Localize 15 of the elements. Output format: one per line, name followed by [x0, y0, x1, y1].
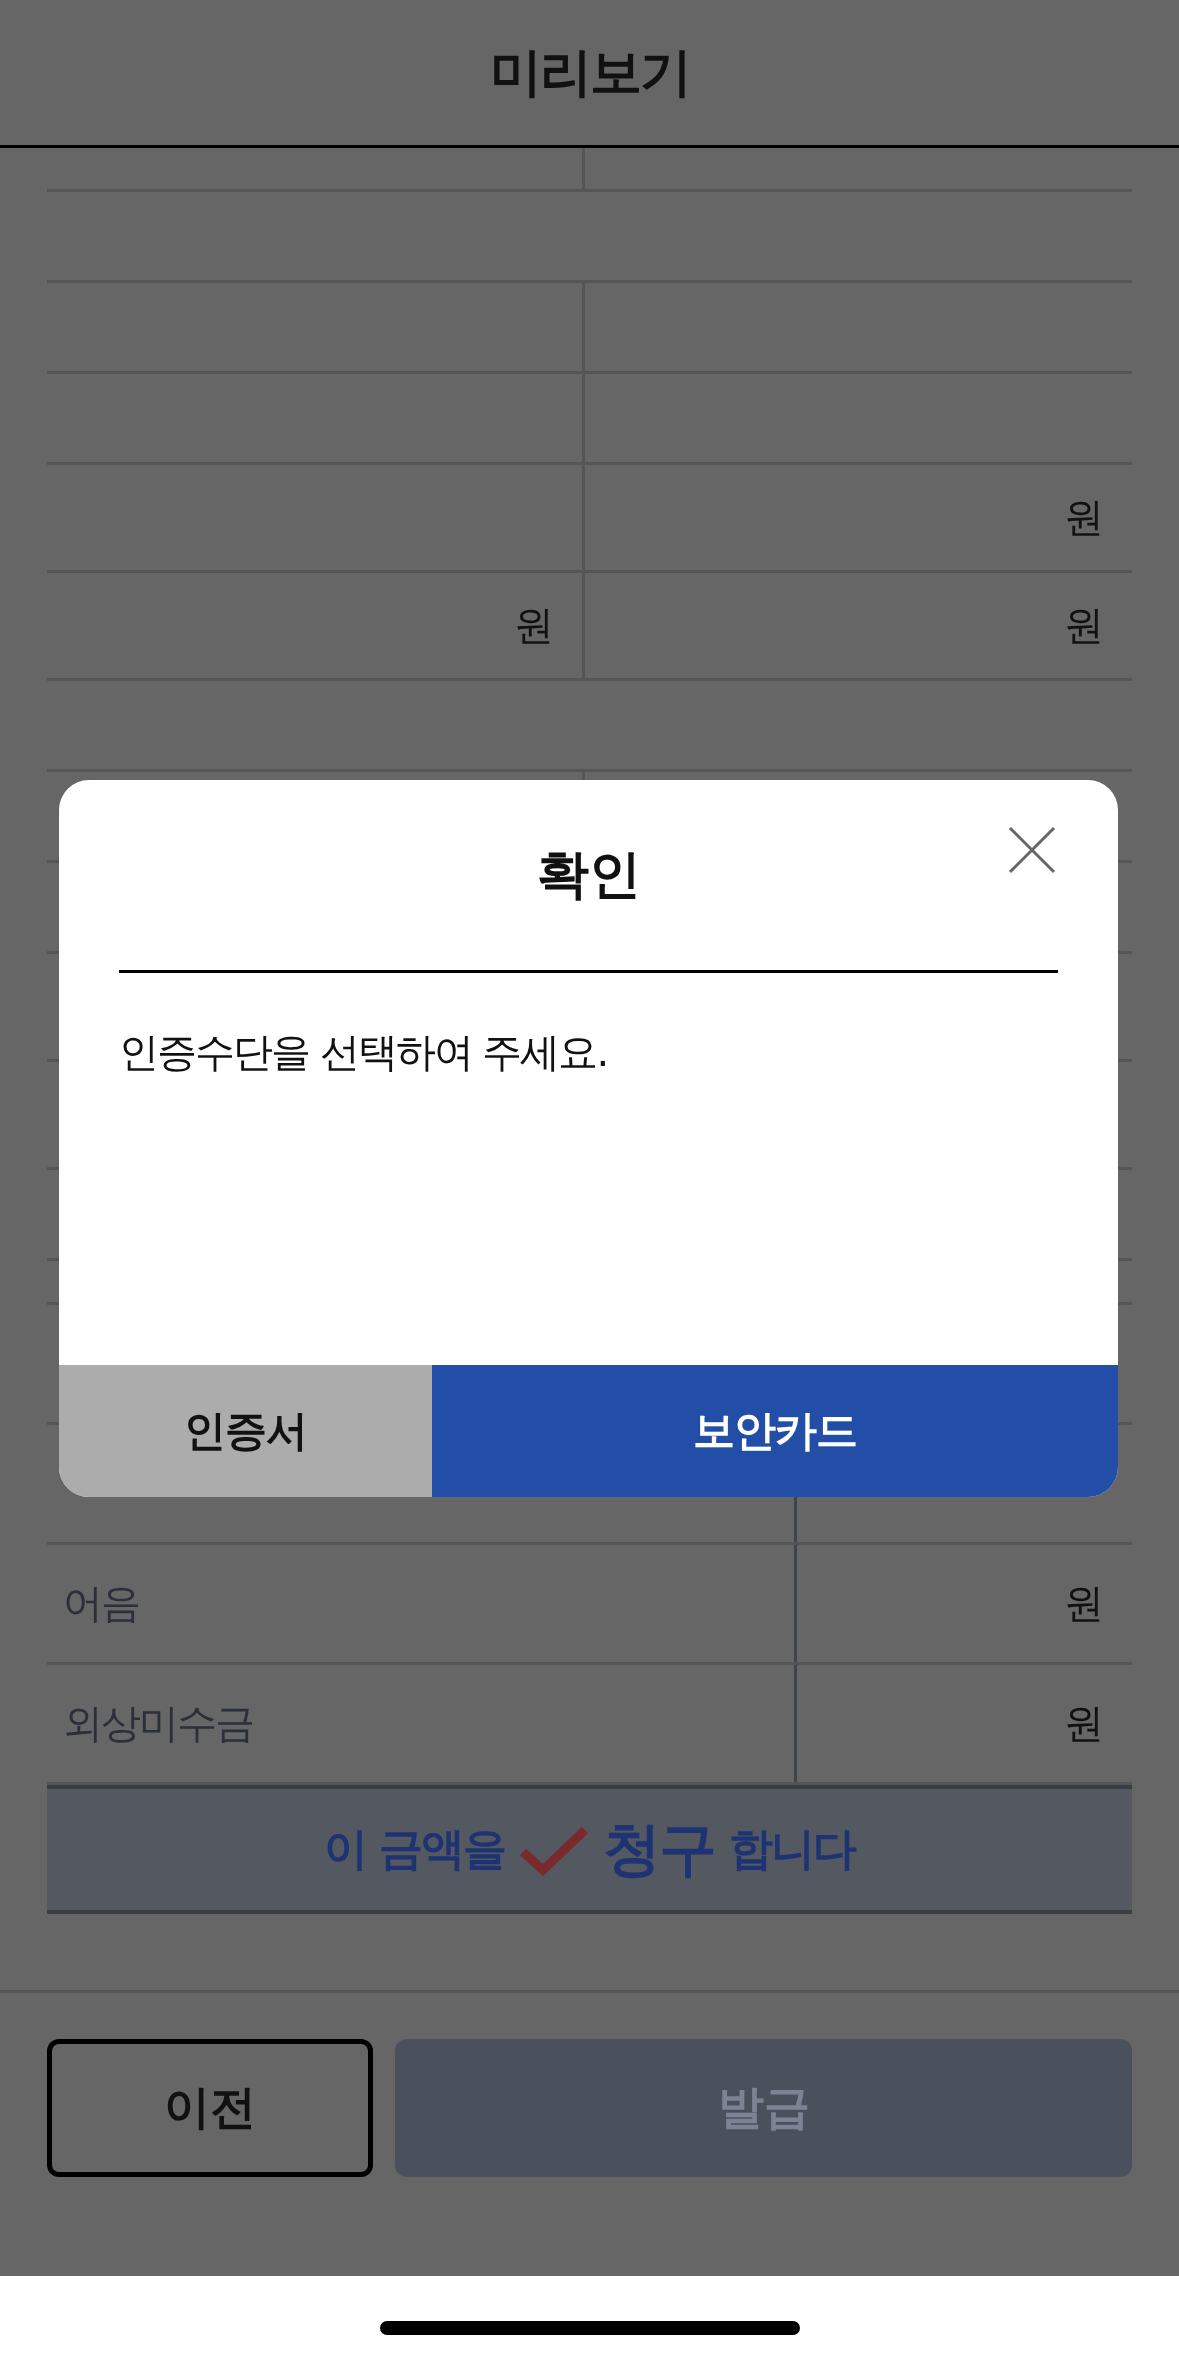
unit-text: 원: [1064, 601, 1104, 650]
page-title: 미리보기: [489, 40, 690, 104]
certificate-button[interactable]: 인증서: [59, 1365, 432, 1497]
dialog-message: 인증수단을 선택하여 주세요.: [119, 1028, 609, 1077]
row-label: 어음: [63, 1579, 139, 1628]
unit-text: 원: [514, 601, 554, 650]
dialog-title: 확인: [536, 843, 641, 906]
unit-text: 원: [1064, 1579, 1104, 1628]
home-indicator[interactable]: [379, 2320, 800, 2335]
unit-text: 원: [1064, 1699, 1104, 1748]
close-icon[interactable]: [1008, 826, 1056, 874]
row-label: 외상미수금: [63, 1699, 253, 1748]
previous-button[interactable]: 이전: [47, 2039, 373, 2177]
unit-text: 원: [1064, 493, 1104, 542]
security-card-button[interactable]: 보안카드: [432, 1365, 1118, 1497]
